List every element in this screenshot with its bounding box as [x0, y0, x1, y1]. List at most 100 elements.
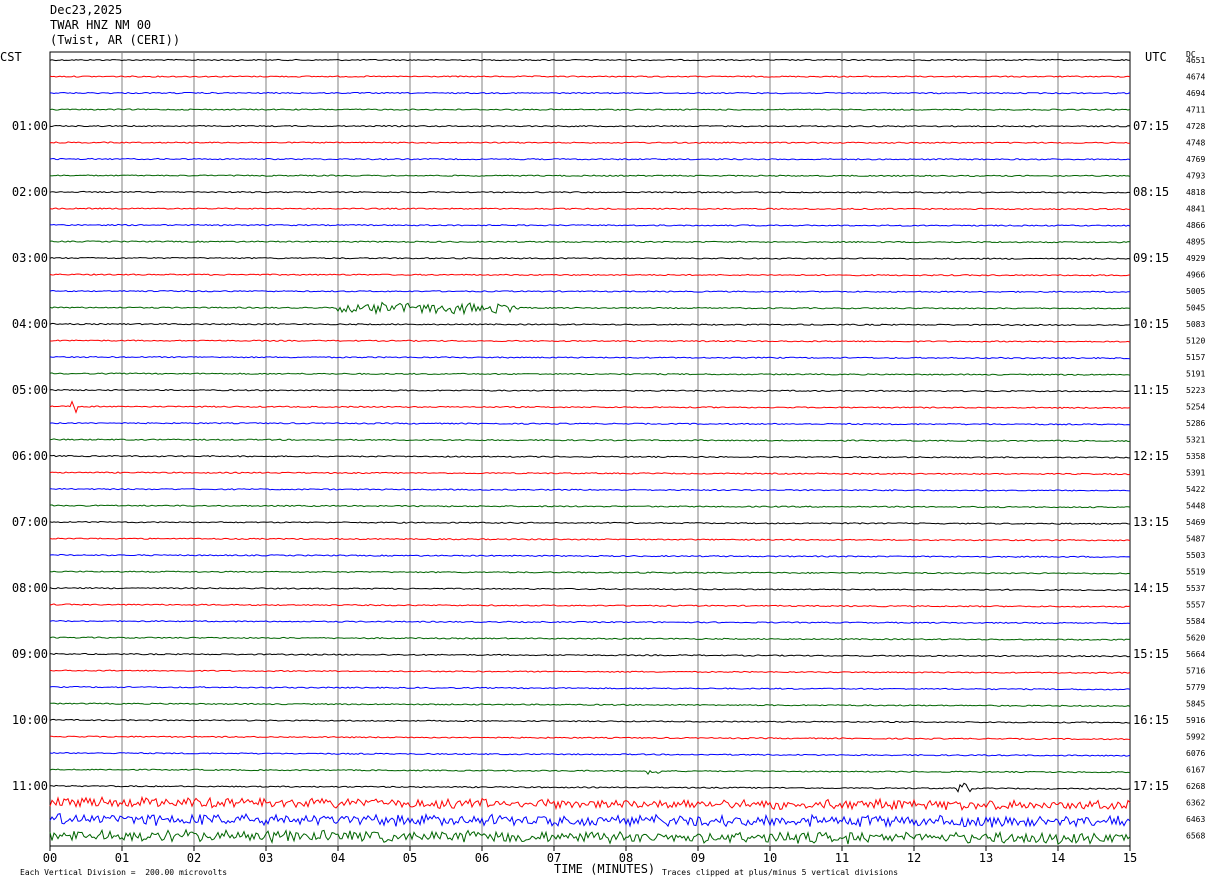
dc-offset-label: 6362 [1186, 799, 1205, 808]
seismic-trace [49, 388, 1131, 393]
seismic-trace [49, 223, 1131, 227]
seismic-trace [49, 828, 1131, 845]
dc-offset-label: 4866 [1186, 221, 1205, 230]
seismic-trace [49, 812, 1131, 828]
x-tick-label: 10 [763, 851, 777, 865]
utc-hour-label: 14:15 [1133, 581, 1169, 595]
dc-offset-label: 4769 [1186, 155, 1205, 164]
seismic-trace [49, 504, 1131, 509]
seismic-trace [49, 487, 1131, 492]
dc-offset-label: 4728 [1186, 122, 1205, 131]
dc-offset-label: 5779 [1186, 683, 1205, 692]
seismic-trace [49, 58, 1131, 62]
seismic-trace [49, 751, 1131, 757]
x-tick-label: 15 [1123, 851, 1137, 865]
dc-offset-label: 5916 [1186, 716, 1205, 725]
clip-note: Traces clipped at plus/minus 5 vertical … [662, 868, 899, 877]
x-tick-label: 00 [43, 851, 57, 865]
dc-offset-label: 4895 [1186, 238, 1205, 247]
cst-hour-label: 09:00 [12, 647, 48, 661]
dc-offset-label: 5045 [1186, 304, 1205, 313]
seismic-trace [49, 636, 1131, 641]
seismic-trace [49, 669, 1131, 674]
scale-note: Each Vertical Division = 200.00 microvol… [20, 868, 228, 877]
seismic-trace [49, 240, 1131, 244]
seismic-trace [49, 685, 1131, 691]
dc-offset-label: 5448 [1186, 502, 1205, 511]
seismic-trace [49, 586, 1131, 592]
utc-hour-label: 17:15 [1133, 779, 1169, 793]
seismic-trace [49, 537, 1131, 542]
utc-hour-label: 15:15 [1133, 647, 1169, 661]
seismic-trace [49, 141, 1130, 144]
dc-offset-label: 6463 [1186, 815, 1205, 824]
dc-offset-label: 6167 [1186, 766, 1205, 775]
x-tick-label: 05 [403, 851, 417, 865]
seismic-trace [49, 174, 1131, 178]
cst-hour-label: 01:00 [12, 119, 48, 133]
utc-hour-label: 08:15 [1133, 185, 1169, 199]
seismic-trace [49, 124, 1131, 128]
dc-offset-label: 5191 [1186, 370, 1205, 379]
dc-offset-label: 4674 [1186, 73, 1205, 82]
dc-offset-label: 4793 [1186, 172, 1205, 181]
dc-offset-label: 6076 [1186, 749, 1205, 758]
dc-offset-label: 5120 [1186, 337, 1205, 346]
seismic-trace [49, 652, 1131, 658]
x-tick-label: 11 [835, 851, 849, 865]
x-tick-label: 13 [979, 851, 993, 865]
utc-hour-label: 12:15 [1133, 449, 1169, 463]
cst-hour-label: 07:00 [12, 515, 48, 529]
seismic-trace [49, 157, 1131, 161]
x-tick-label: 14 [1051, 851, 1065, 865]
utc-hour-label: 09:15 [1133, 251, 1169, 265]
x-tick-label: 12 [907, 851, 921, 865]
seismic-trace [50, 735, 1131, 741]
dc-offset-label: 4818 [1186, 188, 1205, 197]
x-tick-label: 03 [259, 851, 273, 865]
seismic-trace [49, 768, 1131, 775]
x-tick-label: 06 [475, 851, 489, 865]
dc-offset-label: 5519 [1186, 568, 1205, 577]
seismic-trace [49, 520, 1131, 525]
dc-offset-label: 4651 [1186, 56, 1205, 65]
seismic-trace [49, 301, 1131, 316]
cst-hour-label: 04:00 [12, 317, 48, 331]
dc-offset-label: 5620 [1186, 634, 1205, 643]
utc-hour-label: 11:15 [1133, 383, 1169, 397]
seismic-trace [49, 603, 1131, 608]
seismic-trace [49, 322, 1131, 327]
seismic-trace [49, 438, 1131, 443]
seismic-trace [49, 619, 1131, 625]
utc-hour-label: 10:15 [1133, 317, 1169, 331]
dc-offset-label: 5286 [1186, 419, 1205, 428]
dc-offset-label: 5321 [1186, 436, 1205, 445]
dc-offset-label: 5584 [1186, 617, 1205, 626]
utc-hour-label: 07:15 [1133, 119, 1169, 133]
dc-offset-label: 6268 [1186, 782, 1205, 791]
dc-offset-label: 4966 [1186, 271, 1205, 280]
seismic-trace [49, 718, 1130, 724]
dc-offset-label: 5254 [1186, 403, 1205, 412]
seismic-trace [49, 400, 1131, 414]
dc-offset-label: 5157 [1186, 353, 1205, 362]
seismic-trace [49, 570, 1131, 575]
seismic-trace [49, 91, 1131, 95]
dc-offset-label: 6568 [1186, 832, 1205, 841]
dc-offset-label: 5992 [1186, 733, 1205, 742]
cst-hour-label: 06:00 [12, 449, 48, 463]
seismic-trace [49, 75, 1131, 78]
cst-hour-label: 10:00 [12, 713, 48, 727]
dc-offset-label: 5422 [1186, 485, 1205, 494]
dc-offset-label: 4711 [1186, 106, 1205, 115]
seismic-trace [49, 554, 1131, 558]
x-tick-label: 01 [115, 851, 129, 865]
x-tick-label: 04 [331, 851, 345, 865]
dc-offset-label: 5716 [1186, 667, 1205, 676]
dc-offset-label: 5537 [1186, 584, 1205, 593]
x-tick-label: 02 [187, 851, 201, 865]
seismic-trace [49, 108, 1131, 111]
cst-hour-label: 11:00 [12, 779, 48, 793]
seismic-trace [49, 207, 1130, 211]
dc-offset-label: 5845 [1186, 700, 1205, 709]
